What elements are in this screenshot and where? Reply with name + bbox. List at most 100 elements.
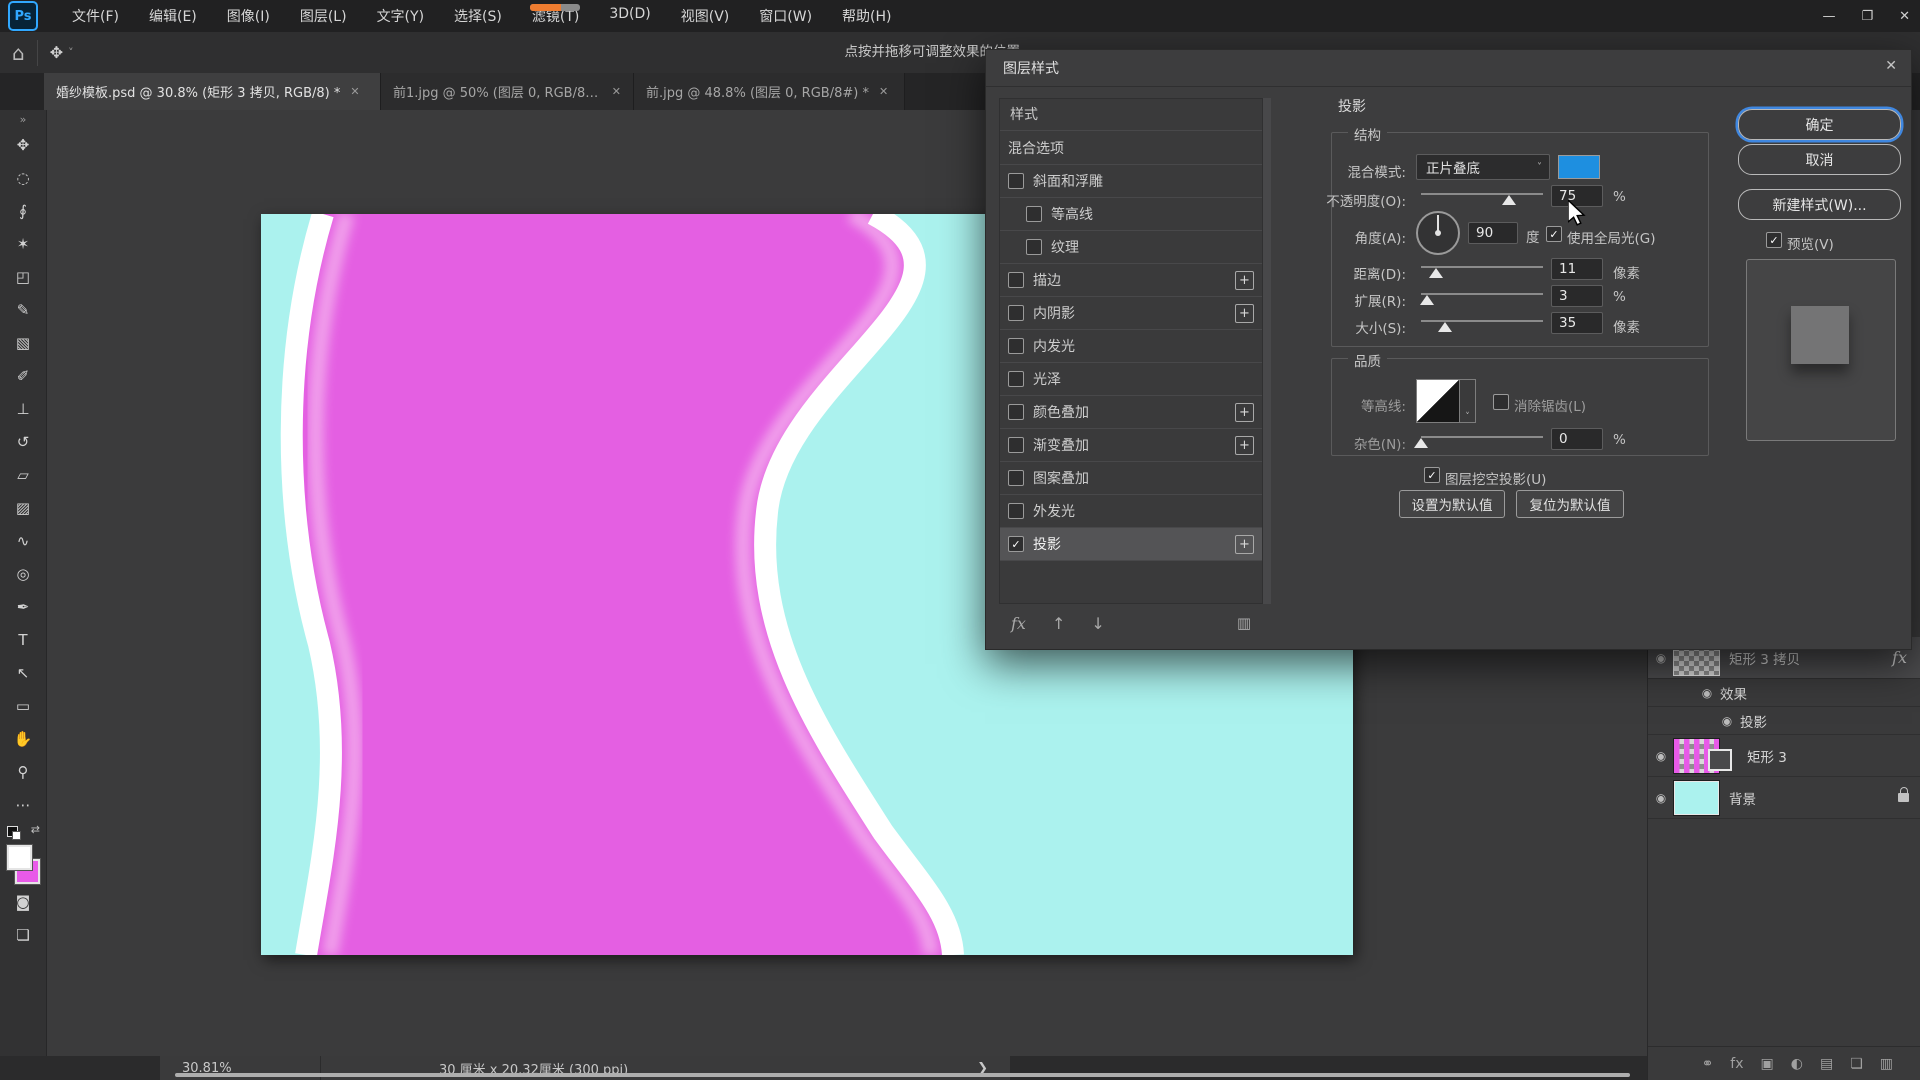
foreground-color-swatch[interactable] (7, 845, 32, 870)
move-tool-icon[interactable]: ✥ (50, 43, 63, 62)
dialog-title-bar[interactable]: 图层样式 (986, 50, 1911, 87)
screen-mode-button[interactable]: ❏ (8, 918, 38, 951)
add-effect-icon[interactable]: + (1235, 304, 1254, 323)
menu-item[interactable]: 窗口(W) (759, 6, 812, 26)
lasso-tool[interactable]: ∮ (8, 194, 38, 227)
shadow-color-swatch[interactable] (1558, 155, 1600, 179)
add-effect-icon[interactable]: + (1235, 535, 1254, 554)
horizontal-scrollbar[interactable] (175, 1073, 1630, 1077)
add-effect-icon[interactable]: + (1235, 436, 1254, 455)
reset-default-button[interactable]: 复位为默认值 (1516, 490, 1624, 518)
eye-icon[interactable]: ◉ (1714, 714, 1740, 728)
menu-item[interactable]: 文件(F) (72, 6, 119, 26)
spread-field[interactable]: 3 (1551, 285, 1603, 307)
brush-tool[interactable]: ✐ (8, 359, 38, 392)
new-layer-icon[interactable]: ❏ (1850, 1056, 1863, 1072)
style-checkbox[interactable] (1008, 404, 1024, 420)
style-checkbox[interactable] (1026, 239, 1042, 255)
close-window-button[interactable]: ✕ (1899, 9, 1910, 24)
eye-icon[interactable]: ◉ (1648, 791, 1674, 805)
link-layers-icon[interactable]: ⚭ (1702, 1056, 1714, 1072)
tab-document-3[interactable]: 前.jpg @ 48.8% (图层 0, RGB/8#) * ✕ (634, 73, 905, 110)
style-checkbox[interactable] (1008, 503, 1024, 519)
path-selection-tool[interactable]: ↖ (8, 656, 38, 689)
add-effect-icon[interactable]: + (1235, 271, 1254, 290)
noise-field[interactable]: 0 (1551, 428, 1603, 450)
style-item-pattern-overlay[interactable]: 图案叠加 (1000, 462, 1262, 495)
style-item-outer-glow[interactable]: 外发光 (1000, 495, 1262, 528)
background-layer-row[interactable]: ◉ 背景 (1648, 777, 1920, 819)
distance-slider[interactable] (1421, 264, 1543, 278)
menu-item[interactable]: 视图(V) (681, 6, 730, 26)
style-item-contour[interactable]: 等高线 (1000, 198, 1262, 231)
shape-tool[interactable]: ▭ (8, 689, 38, 722)
style-checkbox[interactable] (1008, 305, 1024, 321)
distance-field[interactable]: 11 (1551, 258, 1603, 280)
layer-mask-icon[interactable]: ▣ (1761, 1056, 1774, 1072)
tab-document-1[interactable]: 婚纱模板.psd @ 30.8% (矩形 3 拷贝, RGB/8) * ✕ (44, 73, 381, 110)
style-item-gradient-overlay[interactable]: 渐变叠加+ (1000, 429, 1262, 462)
zoom-tool[interactable]: ⚲ (8, 755, 38, 788)
move-effect-up-icon[interactable]: ↑ (1052, 614, 1065, 633)
delete-effect-icon[interactable]: ▥ (1237, 614, 1251, 632)
angle-dial[interactable] (1416, 211, 1460, 255)
menu-item[interactable]: 图像(I) (227, 6, 270, 26)
contour-dropdown-icon[interactable]: ˅ (1460, 379, 1476, 423)
style-checkbox[interactable] (1008, 470, 1024, 486)
delete-layer-icon[interactable]: ▥ (1880, 1056, 1893, 1072)
eyedropper-tool[interactable]: ✎ (8, 293, 38, 326)
style-item-texture[interactable]: 纹理 (1000, 231, 1262, 264)
smudge-tool[interactable]: ∿ (8, 524, 38, 557)
close-tab-icon[interactable]: ✕ (350, 85, 359, 98)
close-dialog-icon[interactable]: ✕ (1885, 58, 1897, 74)
layer-row[interactable]: ◉ 矩形 3 (1648, 735, 1920, 777)
layer-style-icon[interactable]: fx (1730, 1056, 1743, 1072)
style-item-inner-glow[interactable]: 内发光 (1000, 330, 1262, 363)
style-checkbox[interactable] (1008, 272, 1024, 288)
style-checkbox[interactable] (1008, 173, 1024, 189)
menu-item[interactable]: 图层(L) (300, 6, 347, 26)
close-tab-icon[interactable]: ✕ (879, 85, 888, 98)
spread-slider[interactable] (1421, 291, 1543, 305)
crop-tool[interactable]: ◰ (8, 260, 38, 293)
style-checkbox[interactable] (1008, 437, 1024, 453)
fx-badge[interactable]: fx (1892, 648, 1907, 667)
style-item-drop-shadow[interactable]: ✓投影+ (1000, 528, 1262, 561)
cancel-button[interactable]: 取消 (1738, 144, 1901, 175)
add-effect-icon[interactable]: + (1235, 403, 1254, 422)
move-tool[interactable]: ✥ (8, 128, 38, 161)
style-list-scrollbar[interactable] (1263, 98, 1271, 604)
vector-mask-thumbnail[interactable] (1708, 749, 1732, 771)
blend-mode-dropdown[interactable]: 正片叠底 ˅ (1416, 154, 1550, 180)
minimize-button[interactable]: — (1822, 9, 1835, 24)
ok-button[interactable]: 确定 (1738, 109, 1901, 140)
eraser-tool[interactable]: ▱ (8, 458, 38, 491)
new-style-button[interactable]: 新建样式(W)... (1738, 189, 1901, 220)
tab-document-2[interactable]: 前1.jpg @ 50% (图层 0, RGB/8#) * ✕ (381, 73, 634, 110)
set-default-button[interactable]: 设置为默认值 (1399, 490, 1505, 518)
edit-toolbar[interactable]: ⋯ (8, 788, 38, 821)
style-item-bevel-emboss[interactable]: 斜面和浮雕 (1000, 165, 1262, 198)
restore-button[interactable]: ❐ (1861, 9, 1873, 24)
style-checkbox[interactable] (1026, 206, 1042, 222)
size-slider[interactable] (1421, 318, 1543, 332)
effect-item-row[interactable]: ◉ 投影 (1648, 707, 1920, 735)
menu-item[interactable]: 3D(D) (609, 6, 650, 26)
eye-icon[interactable]: ◉ (1648, 749, 1674, 763)
home-icon[interactable]: ⌂ (12, 41, 25, 65)
style-checkbox-checked[interactable]: ✓ (1008, 536, 1024, 552)
menu-item[interactable]: 文字(Y) (377, 6, 424, 26)
chevron-down-icon[interactable]: ˅ (68, 46, 74, 59)
clone-stamp-tool[interactable]: ⊥ (8, 392, 38, 425)
style-checkbox[interactable] (1008, 371, 1024, 387)
style-item-satin[interactable]: 光泽 (1000, 363, 1262, 396)
hand-tool[interactable]: ✋ (8, 722, 38, 755)
marquee-tool[interactable]: ◌ (8, 161, 38, 194)
style-item-blending-options[interactable]: 混合选项 (1000, 132, 1262, 165)
menu-item[interactable]: 选择(S) (454, 6, 502, 26)
pen-tool[interactable]: ✒ (8, 590, 38, 623)
default-colors-icon[interactable] (7, 826, 18, 837)
style-item-inner-shadow[interactable]: 内阴影+ (1000, 297, 1262, 330)
layer-thumbnail[interactable] (1674, 781, 1719, 815)
style-checkbox[interactable] (1008, 338, 1024, 354)
